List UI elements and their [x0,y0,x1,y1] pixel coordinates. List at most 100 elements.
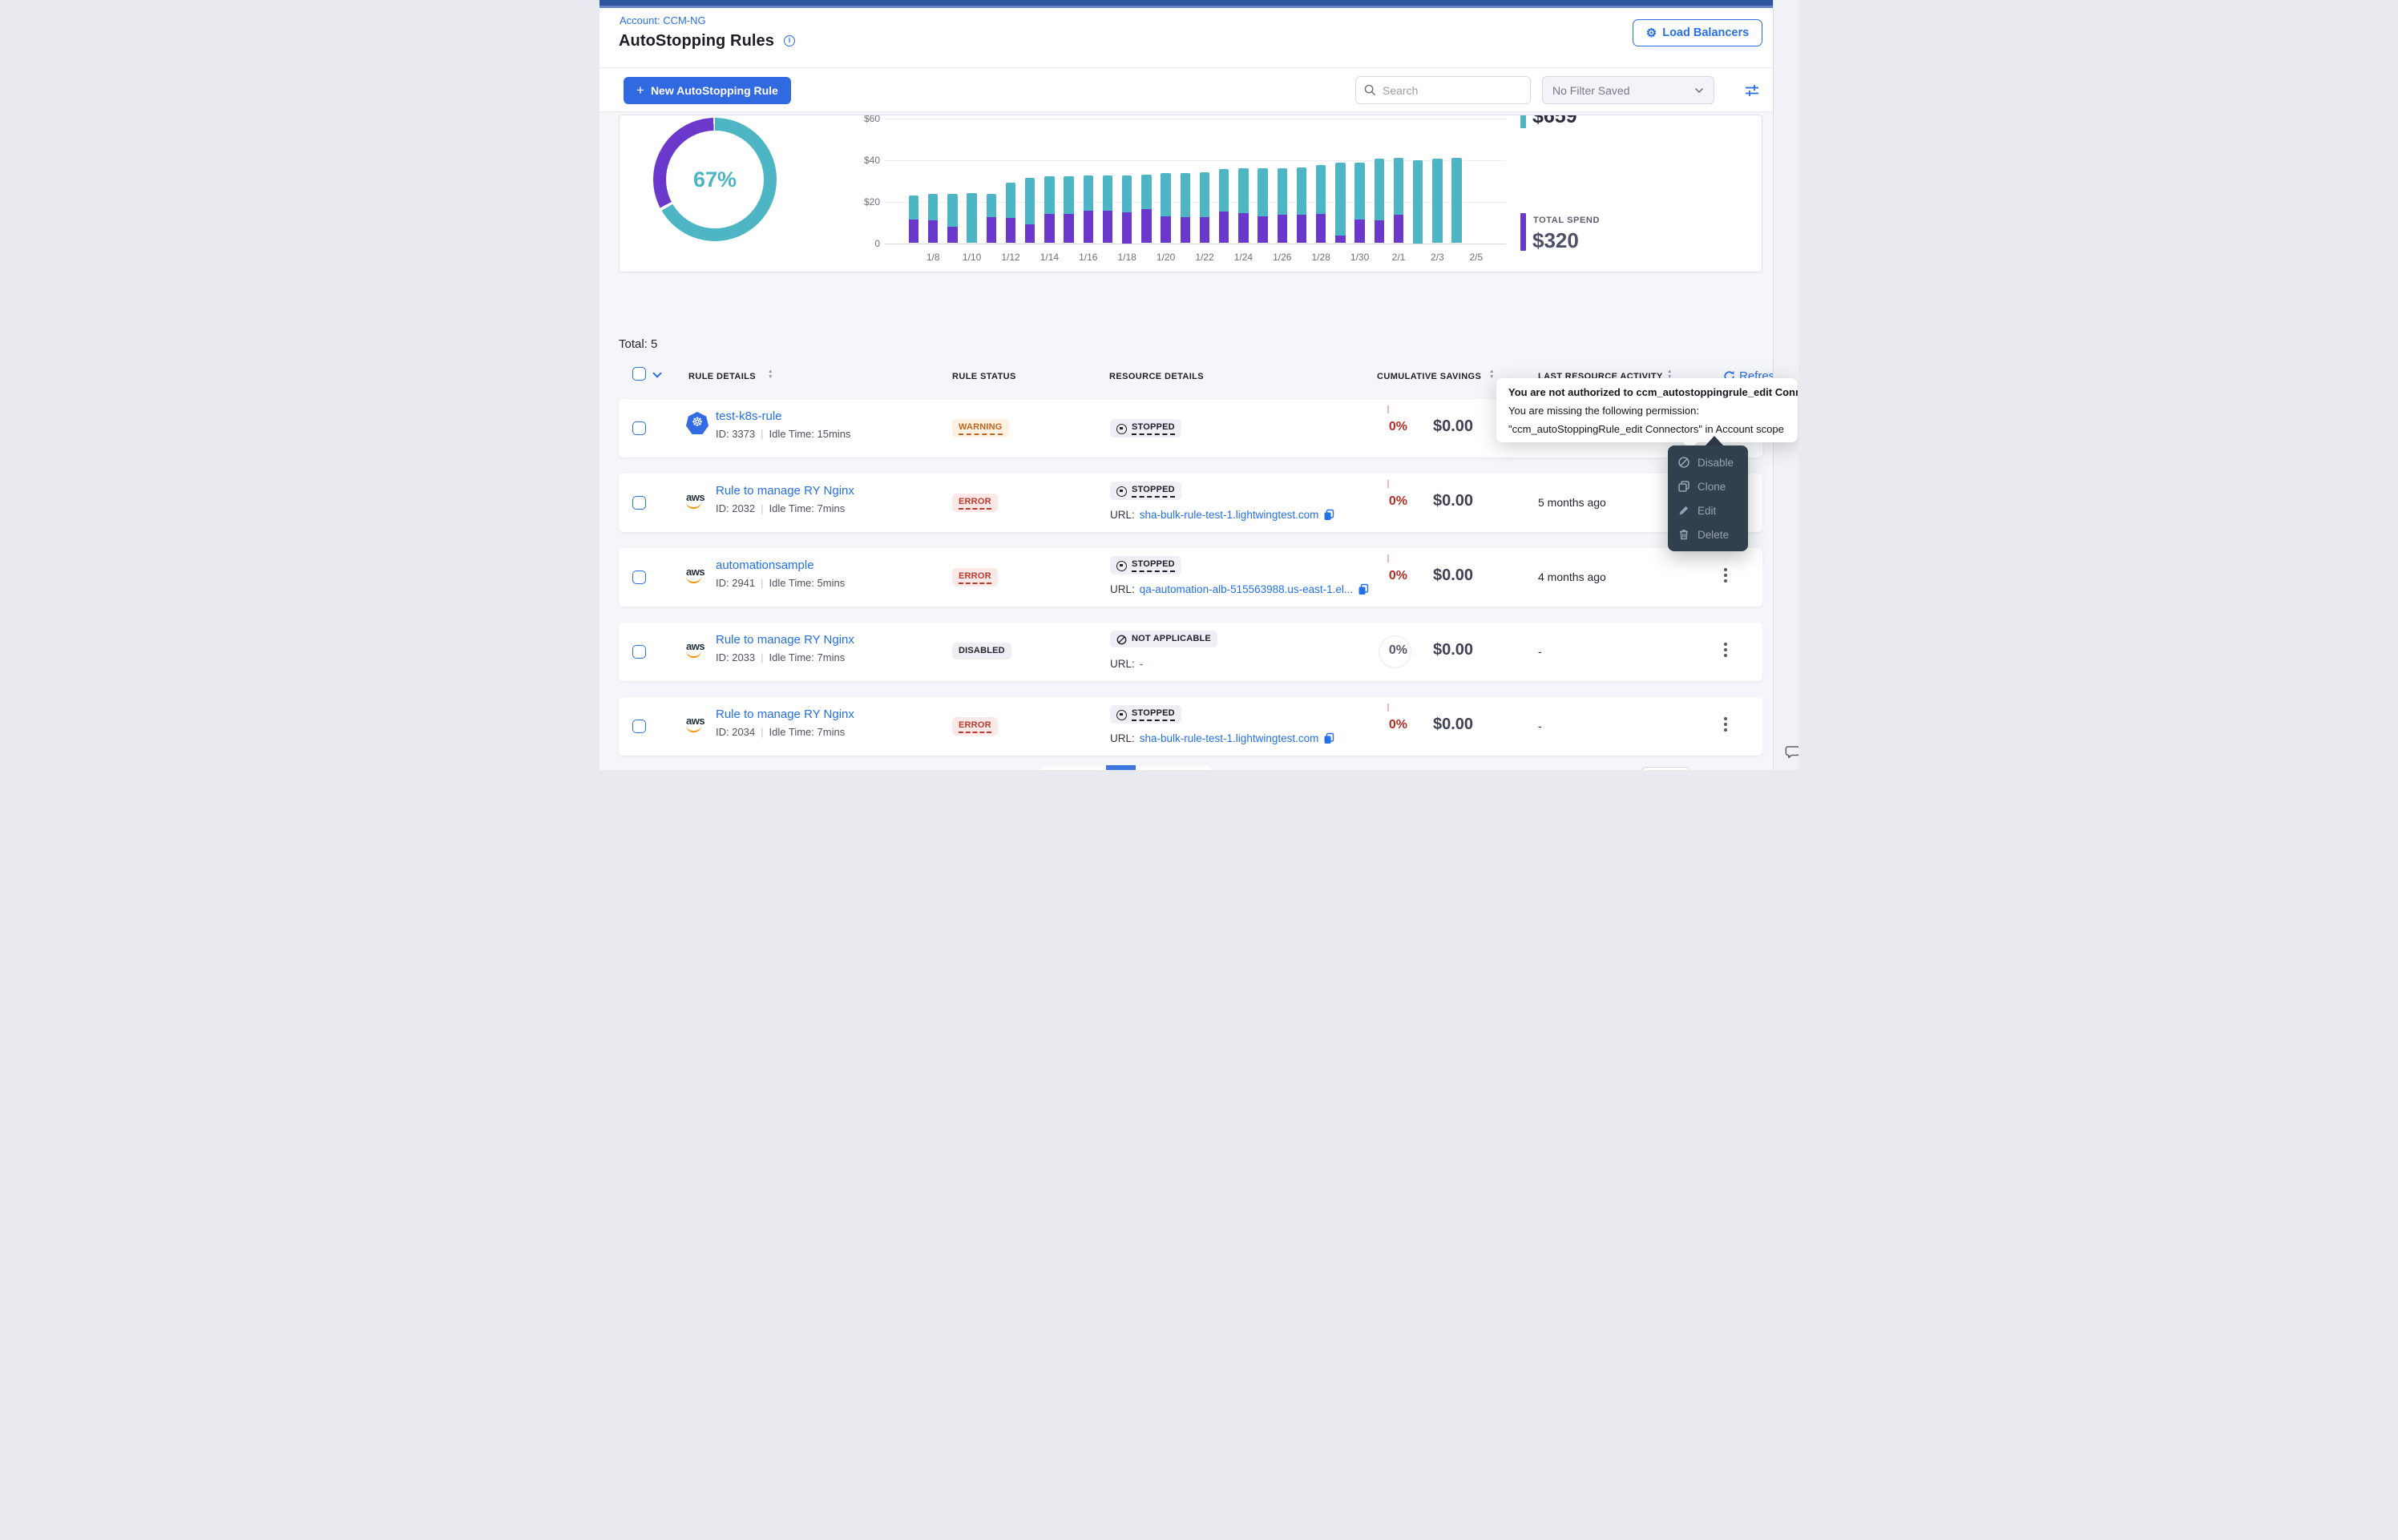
info-icon[interactable]: i [784,35,795,46]
x-axis-label: 1/28 [1303,252,1338,263]
last-activity: - [1538,645,1542,658]
rule-idle-time: Idle Time: 7mins [769,651,846,663]
resource-url-link[interactable]: - [1140,658,1144,670]
pagination-page-size[interactable] [1641,767,1690,770]
row-checkbox[interactable] [632,496,646,510]
copy-icon[interactable] [1323,732,1334,744]
total-spend-label: TOTAL SPEND [1533,216,1600,225]
stacked-bar [1044,176,1055,243]
stacked-bar [1064,176,1074,243]
row-checkbox[interactable] [632,645,646,659]
new-autostopping-rule-button[interactable]: + New AutoStopping Rule [624,77,791,104]
sort-icon[interactable]: ▲▼ [1489,369,1494,380]
stacked-bar [1335,163,1346,243]
toolbar: + New AutoStopping Rule No Filter Saved [600,69,1773,112]
select-all-checkbox[interactable] [632,367,646,381]
menu-item-edit[interactable]: Edit [1668,498,1748,522]
resource-state-badge[interactable]: NOT APPLICABLE [1110,631,1217,647]
savings-bar-segment [987,194,997,217]
aws-icon: aws [686,710,710,734]
x-axis-label: 1/26 [1265,252,1300,263]
search-input[interactable] [1383,84,1511,97]
rule-name-link[interactable]: Rule to manage RY Nginx [716,633,854,647]
tooltip-line: You are missing the following permission… [1508,401,1786,420]
savings-bar-segment [1161,173,1171,216]
rule-status-badge[interactable]: ERROR [952,568,998,587]
resource-url-link[interactable]: sha-bulk-rule-test-1.lightwingtest.com [1140,509,1319,521]
stacked-bar [1025,178,1036,244]
filter-sliders-icon[interactable] [1744,83,1760,103]
load-balancers-button[interactable]: ⚙ Load Balancers [1633,19,1762,46]
savings-bar-segment [1238,168,1249,213]
resource-state-badge[interactable]: STOPPED [1110,556,1181,574]
resource-url-link[interactable]: qa-automation-alb-515563988.us-east-1.el… [1140,583,1353,595]
rule-id: ID: 2941 [716,577,755,589]
rule-status-badge[interactable]: WARNING [952,419,1009,437]
y-axis-label: $20 [848,196,880,208]
row-options-kebab-icon[interactable] [1720,717,1731,736]
rule-idle-time: Idle Time: 7mins [769,726,846,738]
rule-name-link[interactable]: test-k8s-rule [716,409,782,423]
column-rule-details[interactable]: RULE DETAILS [688,372,756,381]
row-checkbox[interactable] [632,720,646,733]
row-options-kebab-icon[interactable] [1720,568,1731,587]
spend-bar-segment [1316,214,1326,243]
resource-state-badge[interactable]: STOPPED [1110,482,1181,500]
account-breadcrumb[interactable]: Account: CCM-NG [620,14,706,26]
copy-icon[interactable] [1323,509,1334,521]
spend-bar-segment [1354,220,1365,244]
total-spend-value: $320 [1532,228,1579,253]
column-rule-status: RULE STATUS [952,372,1016,381]
donut-percentage: 67% [653,118,777,241]
savings-percentage: 0% [1340,420,1407,434]
copy-icon[interactable] [1358,583,1369,595]
sort-icon[interactable]: ▲▼ [768,369,773,380]
expand-all-chevron-icon[interactable] [652,369,661,377]
saved-filter-select[interactable]: No Filter Saved [1542,76,1714,104]
savings-bar-segment [1316,165,1326,214]
table-row: awsRule to manage RY NginxID: 2033|Idle … [619,623,1762,681]
resource-url: URL:sha-bulk-rule-test-1.lightwingtest.c… [1110,509,1334,521]
column-resource-details: RESOURCE DETAILS [1109,372,1204,381]
savings-amount: $0.00 [1433,641,1473,659]
spend-bar-segment [1219,212,1229,243]
chat-bubble-icon[interactable] [1784,743,1798,765]
savings-bar-segment [1084,175,1094,211]
column-cumulative-savings[interactable]: CUMULATIVE SAVINGS [1377,372,1481,381]
stacked-bar [1219,169,1229,243]
rule-id: ID: 2032 [716,502,755,514]
resource-url: URL: sha-bulk-rule-test-1.lightwingtest.c… [1110,732,1334,744]
rule-id-line: ID: 2033|Idle Time: 7mins [716,651,845,663]
savings-legend-tick [1520,115,1526,128]
rule-name-link[interactable]: Rule to manage RY Nginx [716,708,854,721]
menu-item-delete[interactable]: Delete [1668,522,1748,546]
stacked-bar [909,196,919,244]
url-prefix: URL: [1110,732,1135,744]
stacked-bar [1238,168,1249,244]
resource-state-badge[interactable]: STOPPED [1110,419,1181,437]
rule-name-link[interactable]: automationsample [716,558,814,572]
search-box [1355,76,1531,104]
savings-bar-segment [1297,167,1307,216]
table-row: awsautomationsampleID: 2941|Idle Time: 5… [619,548,1762,607]
rule-name-link[interactable]: Rule to manage RY Nginx [716,484,854,498]
rule-status-badge[interactable]: ERROR [952,494,998,512]
last-activity: 5 months ago [1538,496,1606,509]
rule-status-badge[interactable]: ERROR [952,717,998,736]
row-checkbox[interactable] [632,570,646,584]
rule-id-line: ID: 2941|Idle Time: 5mins [716,577,845,589]
savings-bar-segment [1122,175,1132,212]
row-checkbox[interactable] [632,421,646,435]
x-axis-label: 1/30 [1342,252,1378,263]
resource-state-badge[interactable]: STOPPED [1110,705,1181,724]
savings-bar-segment [1413,160,1423,244]
menu-item-clone[interactable]: Clone [1668,474,1748,498]
stop-circle-icon [1116,424,1127,434]
menu-item-disable[interactable]: Disable [1668,450,1748,474]
resource-url-link[interactable]: sha-bulk-rule-test-1.lightwingtest.com [1140,732,1319,744]
pagination-current-page[interactable] [1106,765,1136,770]
row-options-kebab-icon[interactable] [1720,643,1731,662]
rule-status-badge[interactable]: DISABLED [952,643,1011,659]
y-axis-label: 0 [848,238,880,249]
url-prefix: URL: [1110,583,1135,595]
